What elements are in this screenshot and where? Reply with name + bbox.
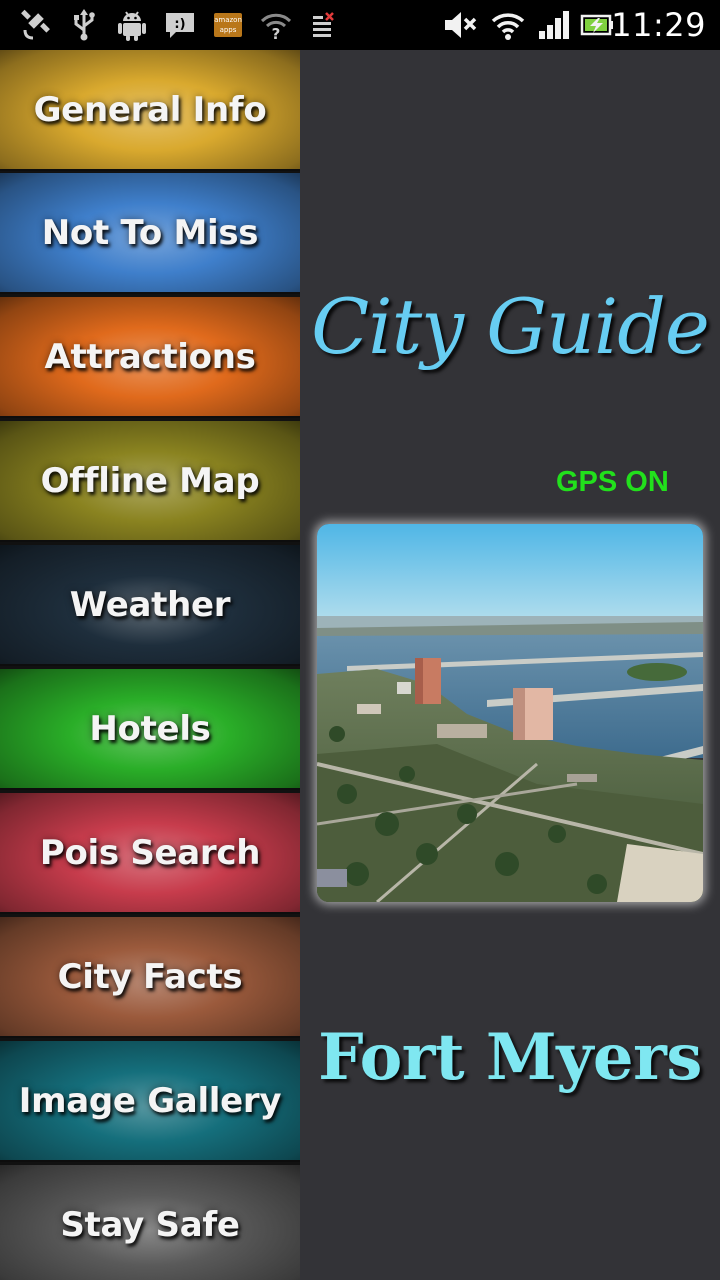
- menu-label: Not To Miss: [41, 212, 259, 253]
- notification-icon: [306, 6, 342, 44]
- menu-city-facts-button[interactable]: City Facts: [0, 917, 300, 1038]
- city-name: Fort Myers: [318, 1020, 702, 1095]
- menu-label: Stay Safe: [60, 1204, 240, 1245]
- amazon-text-bottom: apps: [220, 26, 237, 34]
- wifi-unknown-icon: ?: [258, 6, 294, 44]
- menu-offline-map-button[interactable]: Offline Map: [0, 421, 300, 542]
- menu-label: Image Gallery: [18, 1080, 282, 1121]
- menu-label: City Facts: [57, 956, 243, 997]
- menu-stay-safe-button[interactable]: Stay Safe: [0, 1165, 300, 1280]
- message-icon: :): [162, 6, 198, 44]
- app-screen: :) amazon apps ? 11:29 General Info Not …: [0, 0, 720, 1280]
- menu-label: Hotels: [89, 708, 211, 749]
- status-bar: :) amazon apps ? 11:29: [0, 0, 720, 50]
- gps-status-label: GPS ON: [556, 466, 669, 498]
- amazon-appstore-icon: amazon apps: [210, 6, 246, 44]
- menu-hotels-button[interactable]: Hotels: [0, 669, 300, 790]
- clock: 11:29: [611, 6, 706, 44]
- menu-label: Attractions: [44, 336, 256, 377]
- menu-general-info-button[interactable]: General Info: [0, 50, 300, 171]
- menu-image-gallery-button[interactable]: Image Gallery: [0, 1041, 300, 1162]
- menu-pois-search-button[interactable]: Pois Search: [0, 793, 300, 914]
- svg-text:?: ?: [272, 25, 281, 41]
- menu-weather-button[interactable]: Weather: [0, 545, 300, 666]
- app-title: City Guide: [311, 282, 710, 371]
- menu-label: Weather: [69, 584, 231, 625]
- svg-text::): :): [174, 17, 185, 32]
- aerial-city-image: [317, 524, 703, 902]
- main-menu: General Info Not To Miss Attractions Off…: [0, 50, 300, 1280]
- menu-label: General Info: [33, 89, 267, 130]
- menu-label: Offline Map: [40, 460, 260, 501]
- menu-label: Pois Search: [39, 832, 261, 873]
- menu-attractions-button[interactable]: Attractions: [0, 297, 300, 418]
- android-debug-icon: [114, 6, 150, 44]
- amazon-text-top: amazon: [214, 16, 242, 24]
- main-panel: City Guide GPS ON Fort Myers: [300, 50, 720, 1280]
- mute-icon: [442, 6, 478, 44]
- signal-icon: [536, 6, 572, 44]
- city-photo[interactable]: [317, 524, 703, 902]
- wifi-icon: [490, 6, 526, 44]
- gps-icon: [18, 6, 54, 44]
- menu-not-to-miss-button[interactable]: Not To Miss: [0, 173, 300, 294]
- usb-icon: [66, 6, 102, 44]
